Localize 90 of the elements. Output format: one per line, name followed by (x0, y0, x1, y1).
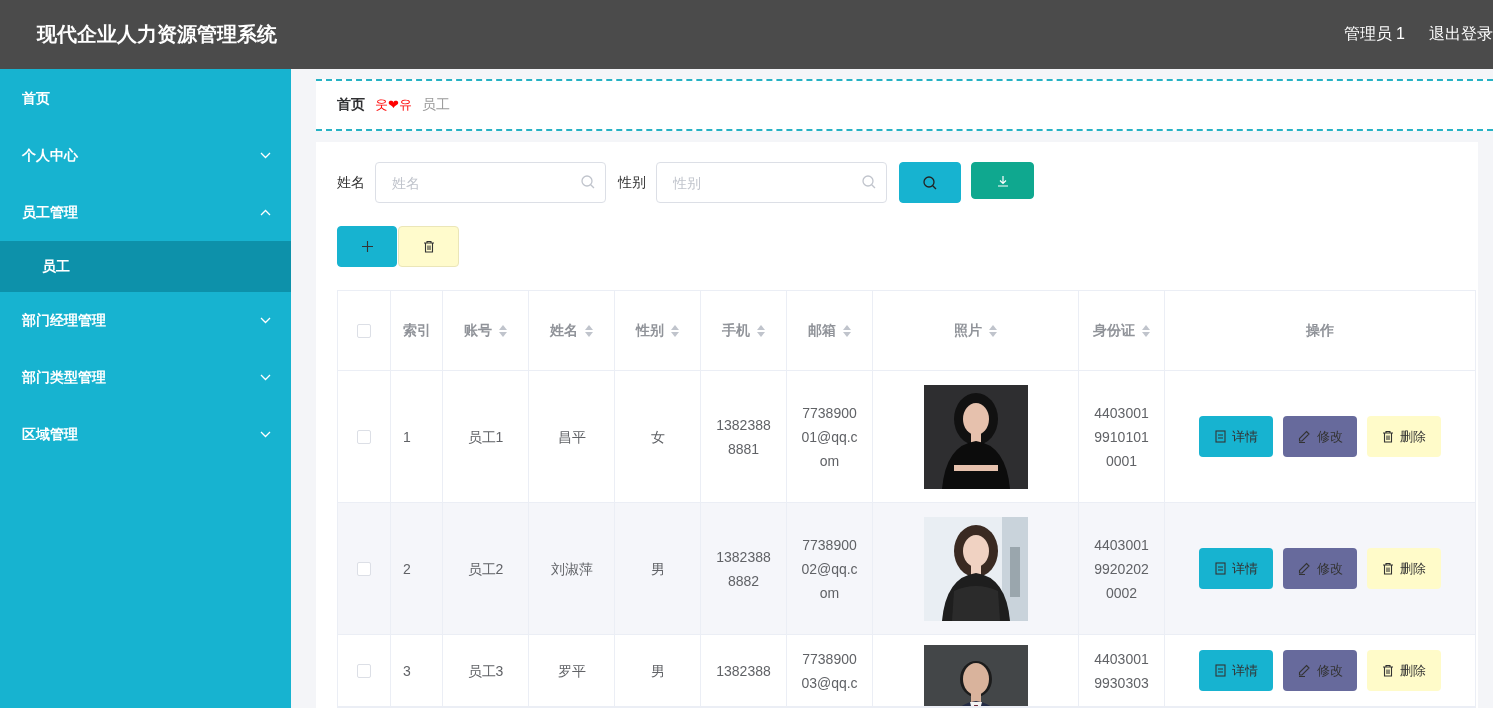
trash-icon (1382, 562, 1394, 575)
edit-button[interactable]: 修改 (1283, 650, 1357, 691)
select-all-checkbox[interactable] (357, 323, 371, 338)
edit-button[interactable]: 修改 (1283, 548, 1357, 589)
column-header[interactable]: 身份证 (1091, 321, 1152, 340)
search-button[interactable] (899, 162, 961, 203)
detail-button[interactable]: 详情 (1199, 548, 1273, 589)
plus-icon (361, 241, 373, 252)
sort-icon[interactable] (1140, 323, 1151, 338)
chevron-down-icon (260, 152, 271, 159)
table-cell-text: 员工3 (467, 661, 504, 681)
column-header[interactable]: 手机 (721, 321, 766, 340)
edit-button[interactable]: 修改 (1283, 416, 1357, 457)
breadcrumb-item[interactable]: 首页 (337, 96, 365, 114)
delete-button[interactable]: 删除 (1367, 650, 1441, 691)
sidebar-item[interactable]: 首页 (0, 70, 291, 127)
sort-icon[interactable] (669, 323, 680, 338)
table-cell-text: 刘淑萍 (550, 559, 593, 579)
column-header[interactable]: 姓名 (549, 321, 594, 340)
document-icon (1214, 430, 1226, 443)
trash-icon (1382, 664, 1394, 677)
table-cell-text: 昌平 (557, 427, 586, 447)
table-cell-text: 773890001@qq.com (800, 403, 859, 471)
table-cell-text: 女 (650, 427, 665, 447)
table-cell-text: 13823888881 (715, 415, 772, 459)
sort-icon[interactable] (755, 323, 766, 338)
detail-button[interactable]: 详情 (1199, 416, 1273, 457)
sort-icon[interactable] (987, 323, 998, 338)
trash-icon (1382, 430, 1394, 443)
sort-icon[interactable] (497, 323, 508, 338)
breadcrumb-item: 员工 (422, 96, 450, 114)
row-checkbox[interactable] (357, 561, 371, 576)
table-cell-text: 440300199202020002 (1093, 535, 1150, 603)
delete-button[interactable] (398, 226, 459, 267)
table-cell-text: 44030019930303 (1093, 649, 1150, 693)
sidebar-item[interactable]: 个人中心 (0, 127, 291, 184)
sidebar-item[interactable]: 区域管理 (0, 406, 291, 463)
delete-button[interactable]: 删除 (1367, 416, 1441, 457)
search-icon (923, 175, 937, 190)
table-cell-text: 1382388 (715, 661, 772, 681)
column-header: 索引 (402, 321, 431, 340)
column-header[interactable]: 照片 (953, 321, 998, 340)
search-icon (862, 175, 876, 189)
column-header[interactable]: 邮箱 (807, 321, 852, 340)
search-field[interactable]: 性别 (656, 162, 887, 203)
detail-button[interactable]: 详情 (1199, 650, 1273, 691)
field-label: 姓名 (337, 173, 365, 192)
table-cell-text: 男 (650, 559, 665, 579)
user-name: 管理员 1 (1343, 24, 1405, 44)
column-header[interactable]: 性别 (635, 321, 680, 340)
chevron-down-icon (260, 317, 271, 324)
sidebar-item[interactable]: 部门经理管理 (0, 292, 291, 349)
sidebar-subitem[interactable]: 员工 (0, 241, 291, 292)
table-cell-text: 440300199101010001 (1093, 403, 1150, 471)
pencil-icon (1297, 664, 1311, 677)
app-title: 现代企业人力资源管理系统 (37, 22, 278, 47)
export-button[interactable] (971, 162, 1034, 199)
table-cell-text: 男 (650, 661, 665, 681)
table-cell-text: 罗平 (557, 661, 586, 681)
sort-icon[interactable] (841, 323, 852, 338)
table-cell-text: 13823888882 (715, 547, 772, 591)
breadcrumb-separator: 웃❤유 (375, 96, 412, 114)
table-cell-text: 员工1 (467, 427, 504, 447)
table-cell-text: 773890003@qq.c (800, 649, 859, 693)
table-cell-text: 1 (403, 427, 411, 447)
table-cell-text: 3 (403, 661, 411, 681)
chevron-up-icon (260, 209, 271, 216)
search-icon (581, 175, 595, 189)
chevron-down-icon (260, 374, 271, 381)
pencil-icon (1297, 430, 1311, 443)
row-checkbox[interactable] (357, 663, 371, 678)
table-cell-text: 员工2 (467, 559, 504, 579)
sidebar-item[interactable]: 部门类型管理 (0, 349, 291, 406)
search-field[interactable]: 姓名 (375, 162, 606, 203)
column-header: 操作 (1306, 321, 1334, 340)
document-icon (1214, 664, 1226, 677)
row-checkbox[interactable] (357, 429, 371, 444)
pencil-icon (1297, 562, 1311, 575)
table-cell-text: 2 (403, 559, 411, 579)
document-icon (1214, 562, 1226, 575)
column-header[interactable]: 账号 (463, 321, 508, 340)
sidebar-item[interactable]: 员工管理 (0, 184, 291, 241)
download-icon (996, 174, 1009, 187)
delete-button[interactable]: 删除 (1367, 548, 1441, 589)
trash-icon (422, 240, 435, 253)
sort-icon[interactable] (583, 323, 594, 338)
logout-link[interactable]: 退出登录 (1429, 24, 1493, 45)
chevron-down-icon (260, 431, 271, 438)
field-label: 性别 (618, 173, 646, 192)
table-cell-text: 773890002@qq.com (800, 535, 859, 603)
